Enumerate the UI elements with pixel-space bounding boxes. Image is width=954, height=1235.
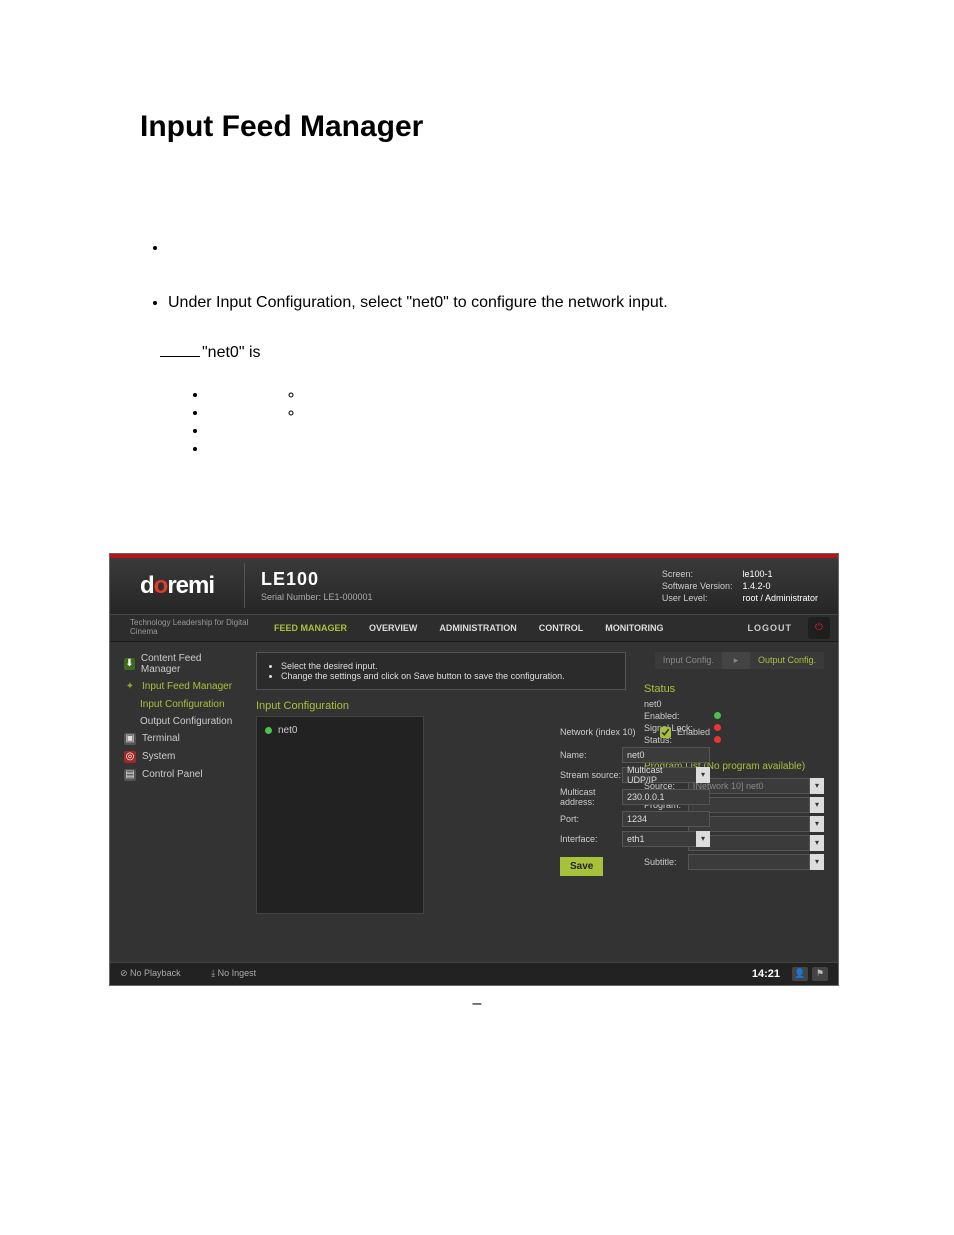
sidebar: ⬇Content Feed Manager ✦Input Feed Manage… bbox=[110, 642, 242, 962]
bullet-instruction: Under Input Configuration, select "net0"… bbox=[168, 289, 844, 318]
product-name: LE100 bbox=[261, 569, 373, 590]
blank-bullet-3 bbox=[208, 418, 844, 436]
sidebar-item-control-panel[interactable]: ▤Control Panel bbox=[110, 766, 242, 784]
status-dot-icon bbox=[714, 736, 721, 743]
chevron-down-icon[interactable]: ▾ bbox=[696, 831, 710, 847]
panel-icon: ▤ bbox=[124, 769, 136, 781]
port-input[interactable]: 1234 bbox=[622, 811, 710, 827]
status-title: Status bbox=[644, 683, 824, 695]
sidebar-item-input-config[interactable]: Input Configuration bbox=[110, 696, 242, 713]
sidebar-item-content-feed[interactable]: ⬇Content Feed Manager bbox=[110, 650, 242, 678]
sidebar-item-output-config[interactable]: Output Configuration bbox=[110, 713, 242, 730]
port-label: Port: bbox=[560, 814, 622, 824]
user-icon[interactable]: 👤 bbox=[792, 967, 808, 981]
input-item-net0[interactable]: net0 bbox=[265, 725, 415, 736]
status-bar: ⊘ No Playback ⤓ No Ingest 14:21 👤 ⚑ bbox=[110, 962, 838, 985]
section-title-input-config: Input Configuration bbox=[256, 700, 626, 712]
blank-bullet-2 bbox=[208, 400, 844, 418]
blank-bullet-1 bbox=[208, 382, 844, 400]
multicast-label: Multicast address: bbox=[560, 787, 622, 807]
bullet-empty-1 bbox=[168, 234, 844, 263]
terminal-icon: ▣ bbox=[124, 733, 136, 745]
footer-no-playback: ⊘ No Playback bbox=[120, 968, 195, 978]
logout-link[interactable]: LOGOUT bbox=[748, 623, 801, 633]
footer-clock: 14:21 bbox=[752, 968, 780, 980]
toggle-output-config[interactable]: Output Config. bbox=[750, 652, 824, 669]
flag-icon[interactable]: ⚑ bbox=[812, 967, 828, 981]
tab-monitoring[interactable]: MONITORING bbox=[595, 617, 673, 639]
status-name: net0 bbox=[644, 699, 714, 709]
status-enabled-label: Enabled: bbox=[644, 711, 714, 721]
tab-overview[interactable]: OVERVIEW bbox=[359, 617, 427, 639]
header-meta: Screen:le100-1 Software Version:1.4.2-0 … bbox=[656, 567, 838, 605]
chevron-down-icon[interactable]: ▾ bbox=[810, 816, 824, 832]
tab-control[interactable]: CONTROL bbox=[529, 617, 594, 639]
chevron-down-icon[interactable]: ▾ bbox=[810, 835, 824, 851]
status-dot-icon bbox=[714, 712, 721, 719]
brand-logo: doremi bbox=[110, 572, 244, 600]
app-screenshot: doremi LE100 Serial Number: LE1-000001 S… bbox=[110, 554, 838, 985]
toggle-input-config[interactable]: Input Config. bbox=[655, 652, 722, 669]
stream-source-select[interactable]: Multicast UDP/IP bbox=[622, 767, 696, 783]
wrench-icon: ✦ bbox=[124, 681, 136, 693]
net0-note-line: "net0" is bbox=[160, 344, 844, 362]
figure-caption-dash: – bbox=[0, 995, 954, 1013]
config-toggle: Input Config. ▸ Output Config. bbox=[644, 652, 824, 669]
enabled-checkbox[interactable]: Enabled bbox=[656, 724, 710, 741]
name-label: Name: bbox=[560, 750, 622, 760]
toggle-sep-icon: ▸ bbox=[722, 652, 750, 669]
tab-feed-manager[interactable]: Feed Manager bbox=[264, 617, 357, 639]
page-heading: Input Feed Manager bbox=[140, 110, 844, 144]
chevron-down-icon[interactable]: ▾ bbox=[810, 778, 824, 794]
sidebar-item-terminal[interactable]: ▣Terminal bbox=[110, 730, 242, 748]
status-dot-icon bbox=[265, 727, 272, 734]
interface-label: Interface: bbox=[560, 834, 622, 844]
blank-bullet-4 bbox=[208, 436, 844, 454]
gear-icon: ◎ bbox=[124, 751, 136, 763]
instruction-2: Change the settings and click on Save bu… bbox=[281, 671, 615, 681]
serial-number: Serial Number: LE1-000001 bbox=[261, 592, 373, 602]
save-button[interactable]: Save bbox=[560, 857, 603, 876]
app-header: doremi LE100 Serial Number: LE1-000001 S… bbox=[110, 558, 838, 614]
footer-no-ingest: ⤓ No Ingest bbox=[211, 968, 270, 978]
multicast-input[interactable]: 230.0.0.1 bbox=[622, 789, 710, 805]
sidebar-item-system[interactable]: ◎System bbox=[110, 748, 242, 766]
chevron-down-icon[interactable]: ▾ bbox=[810, 797, 824, 813]
nav-bar: Technology Leadership for Digital Cinema… bbox=[110, 614, 838, 642]
blank-sub-1 bbox=[304, 382, 844, 400]
chevron-down-icon[interactable]: ▾ bbox=[810, 854, 824, 870]
interface-select[interactable]: eth1 bbox=[622, 831, 696, 847]
name-input[interactable]: net0 bbox=[622, 747, 710, 763]
tab-administration[interactable]: ADMINISTRATION bbox=[429, 617, 526, 639]
status-dot-icon bbox=[714, 724, 721, 731]
form-header: Network (index 10) bbox=[560, 727, 636, 737]
instruction-1: Select the desired input. bbox=[281, 661, 615, 671]
stream-source-label: Stream source: bbox=[560, 770, 622, 780]
tagline: Technology Leadership for Digital Cinema bbox=[110, 619, 264, 637]
config-form: Network (index 10) Enabled Name:net0 Str… bbox=[560, 724, 710, 876]
download-icon: ⬇ bbox=[124, 658, 135, 670]
product-block: LE100 Serial Number: LE1-000001 bbox=[244, 563, 389, 608]
instruction-box: Select the desired input. Change the set… bbox=[256, 652, 626, 690]
power-icon[interactable]: ⏻ bbox=[808, 617, 830, 639]
chevron-down-icon[interactable]: ▾ bbox=[696, 767, 710, 783]
sidebar-item-input-feed[interactable]: ✦Input Feed Manager bbox=[110, 678, 242, 696]
input-list-box: net0 bbox=[256, 716, 424, 914]
